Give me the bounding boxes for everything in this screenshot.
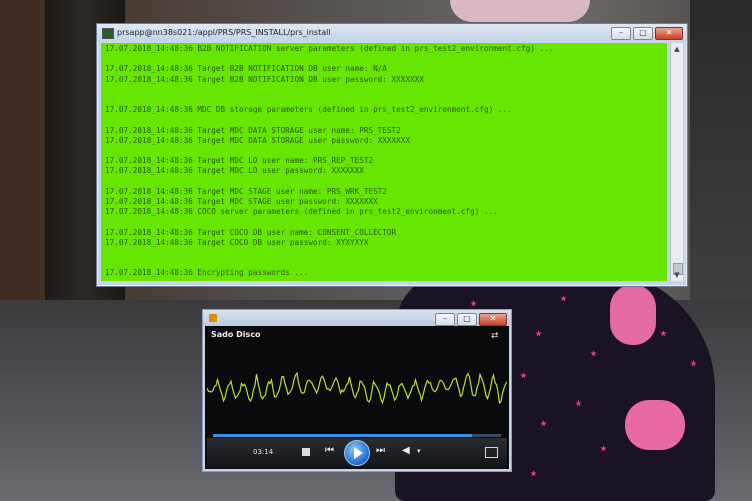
audio-visualization bbox=[207, 371, 507, 405]
volume-dropdown-icon[interactable]: ▾ bbox=[417, 447, 421, 455]
terminal-line: 17.07.2018_14:48:36 Target MDC LO user n… bbox=[105, 156, 374, 166]
terminal-output[interactable]: 17.07.2018_14:48:36 B2B NOTIFICATION ser… bbox=[101, 43, 667, 281]
stop-icon[interactable] bbox=[302, 448, 310, 456]
background-hat bbox=[450, 0, 590, 22]
elapsed-time: 03:14 bbox=[253, 448, 274, 456]
terminal-titlebar[interactable]: prsapp@nn38s021:/appl/PRS/PRS_INSTALL/pr… bbox=[97, 24, 687, 41]
terminal-maximize-button[interactable]: □ bbox=[633, 27, 653, 40]
now-playing-icon[interactable] bbox=[485, 447, 498, 458]
terminal-line: 17.07.2018_14:48:36 Target MDC LO user p… bbox=[105, 166, 364, 176]
background-pink-strap bbox=[610, 285, 656, 345]
terminal-line: 17.07.2018_14:48:36 Target MDC DATA STOR… bbox=[105, 135, 411, 145]
background-door bbox=[0, 0, 40, 300]
media-player-app-icon bbox=[209, 314, 217, 322]
terminal-line: 17.07.2018_14:48:36 Target COCO DB user … bbox=[105, 227, 397, 237]
terminal-line: 17.07.2018_14:48:36 COCO server paramete… bbox=[105, 207, 498, 217]
seek-bar-progress bbox=[213, 434, 473, 437]
track-title: Sado Disco bbox=[211, 330, 261, 339]
terminal-line: 17.07.2018_14:48:36 Target MDC STAGE use… bbox=[105, 197, 378, 206]
switch-to-library-icon[interactable]: ⇄ bbox=[491, 331, 503, 341]
next-icon[interactable]: ⏭ bbox=[376, 445, 385, 456]
player-titlebar[interactable]: – □ ✕ bbox=[203, 310, 511, 326]
play-icon[interactable] bbox=[344, 440, 370, 466]
player-close-button[interactable]: ✕ bbox=[479, 313, 507, 326]
background-pink-toy bbox=[625, 400, 685, 450]
terminal-line: 17.07.2018_14:48:36 MDC DB storage param… bbox=[105, 105, 512, 115]
terminal-line: 17.07.2018_14:48:36 B2B NOTIFICATION ser… bbox=[105, 44, 554, 53]
seek-bar[interactable] bbox=[213, 434, 501, 437]
terminal-line: 17.07.2018_14:48:36 Target B2B NOTIFICAT… bbox=[105, 74, 424, 84]
terminal-title: prsapp@nn38s021:/appl/PRS/PRS_INSTALL/pr… bbox=[117, 28, 331, 37]
player-controls: 03:14 ⏮ ⏭ ◀ ▾ bbox=[207, 438, 507, 468]
terminal-line: 17.07.2018_14:48:36 Target MDC DATA STOR… bbox=[105, 125, 401, 135]
terminal-line: 17.07.2018_14:48:36 Target B2B NOTIFICAT… bbox=[105, 64, 387, 74]
terminal-line: 17.07.2018_14:48:36 Encrypting passwords… bbox=[105, 268, 309, 278]
terminal-line: 17.07.2018_14:48:36 Target COCO DB user … bbox=[105, 237, 369, 247]
player-minimize-button[interactable]: – bbox=[435, 313, 455, 326]
terminal-line: 17.07.2018_14:48:36 Target MDC STAGE use… bbox=[105, 186, 387, 196]
terminal-close-button[interactable]: ✕ bbox=[655, 27, 683, 40]
previous-icon[interactable]: ⏮ bbox=[325, 445, 334, 456]
terminal-app-icon[interactable] bbox=[102, 28, 114, 39]
terminal-scrollbar[interactable]: ▲ ▼ bbox=[670, 43, 683, 281]
media-player-window[interactable]: – □ ✕ Sado Disco ⇄ 03:14 ⏮ ⏭ ◀ ▾ bbox=[202, 309, 512, 472]
terminal-minimize-button[interactable]: – bbox=[611, 27, 631, 40]
scroll-down-icon[interactable]: ▼ bbox=[671, 269, 683, 281]
player-maximize-button[interactable]: □ bbox=[457, 313, 477, 326]
volume-icon[interactable]: ◀ bbox=[402, 445, 410, 456]
scroll-up-icon[interactable]: ▲ bbox=[671, 43, 683, 55]
background-shadow bbox=[690, 0, 752, 300]
terminal-window[interactable]: prsapp@nn38s021:/appl/PRS/PRS_INSTALL/pr… bbox=[96, 23, 688, 287]
